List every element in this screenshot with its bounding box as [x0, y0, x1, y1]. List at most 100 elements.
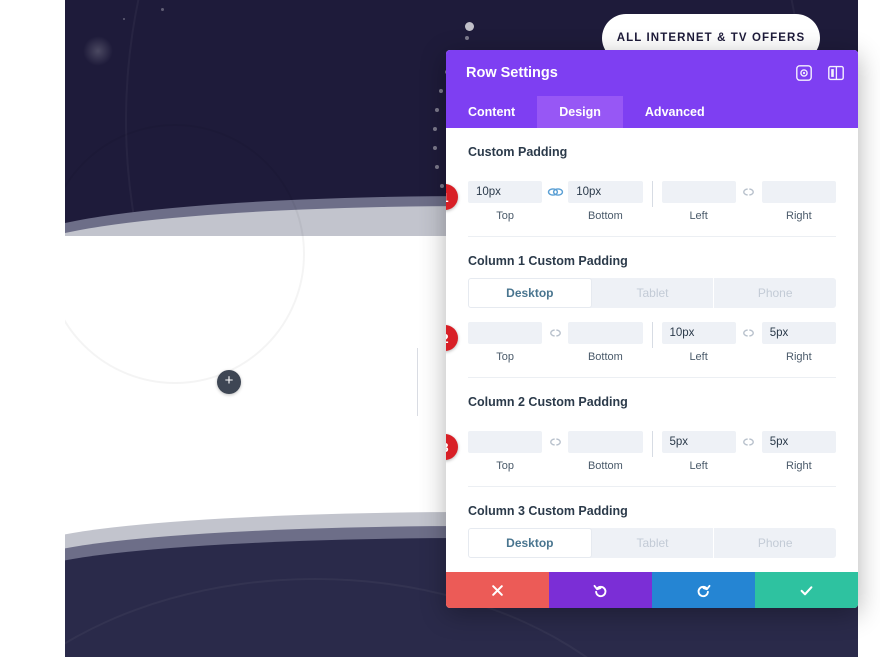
padding-right-input[interactable]: [761, 431, 836, 453]
padding-top-cell: Top: [468, 431, 543, 472]
section-title: Column 2 Custom Padding: [468, 395, 628, 409]
padding-group-horizontal: Left Right: [661, 431, 836, 472]
unlink-horizontal-icon[interactable]: [736, 431, 762, 453]
link-vertical-icon[interactable]: [542, 181, 568, 203]
section-title: Column 3 Custom Padding: [468, 504, 628, 518]
tab-advanced[interactable]: Advanced: [623, 96, 727, 128]
undo-icon: [593, 584, 607, 597]
padding-bottom-cell: Bottom: [568, 431, 643, 472]
device-phone[interactable]: Phone: [714, 528, 836, 558]
padding-group-vertical: Top Bottom: [468, 322, 643, 363]
padding-bottom-label: Bottom: [587, 210, 623, 222]
section-column-1-padding: Column 1 Custom Padding Desktop Tablet P…: [446, 237, 858, 363]
padding-controls: 4 Top: [468, 560, 836, 572]
redo-button[interactable]: [652, 572, 755, 608]
save-button[interactable]: [755, 572, 858, 608]
padding-divider: [651, 181, 653, 207]
padding-top-cell: Top: [468, 181, 543, 222]
section-column-2-padding: Column 2 Custom Padding 3 Top: [446, 378, 858, 472]
padding-right-cell: Right: [761, 322, 836, 363]
row-settings-modal: Row Settings Content Design Advanced Cus…: [446, 50, 858, 608]
padding-bottom-cell: Bottom: [568, 322, 643, 363]
padding-left-input[interactable]: [661, 431, 736, 453]
padding-right-input[interactable]: [761, 322, 836, 344]
padding-bottom-label: Bottom: [587, 460, 623, 472]
device-tablet[interactable]: Tablet: [592, 278, 715, 308]
padding-left-input[interactable]: [661, 322, 736, 344]
section-title: Custom Padding: [468, 145, 568, 159]
step-badge-2: 2: [446, 325, 458, 351]
add-module-button[interactable]: +: [217, 370, 241, 394]
cancel-button[interactable]: [446, 572, 549, 608]
unlink-horizontal-icon[interactable]: [736, 322, 762, 344]
padding-right-label: Right: [786, 210, 812, 222]
padding-right-cell: Right: [761, 431, 836, 472]
padding-bottom-cell: Bottom: [568, 181, 643, 222]
padding-left-label: Left: [689, 351, 708, 363]
padding-divider: [651, 431, 653, 457]
padding-top-input[interactable]: [468, 181, 543, 203]
decorative-speck: [161, 8, 164, 11]
padding-left-cell: Left: [661, 322, 736, 363]
step-badge-1: 1: [446, 184, 458, 210]
step-badge-3: 3: [446, 434, 458, 460]
section-title: Column 1 Custom Padding: [468, 254, 628, 268]
check-icon: [800, 585, 813, 595]
padding-left-label: Left: [689, 460, 708, 472]
decorative-speck: [123, 18, 125, 20]
padding-controls: 3 Top: [446, 419, 836, 472]
padding-group-vertical: Top Bottom: [468, 181, 643, 222]
device-phone[interactable]: Phone: [714, 278, 836, 308]
modal-header-actions: [796, 65, 844, 81]
padding-bottom-label: Bottom: [587, 351, 623, 363]
padding-top-label: Top: [496, 460, 514, 472]
padding-bottom-input[interactable]: [568, 431, 643, 453]
padding-group-horizontal: Left Right: [661, 322, 836, 363]
padding-top-cell: Top: [468, 322, 543, 363]
unlink-vertical-icon[interactable]: [542, 431, 568, 453]
tab-design[interactable]: Design: [537, 96, 623, 128]
decorative-glow: [83, 36, 113, 66]
screen: + ALL INTERNET & TV OFFERS Row Settings: [0, 0, 880, 657]
unlink-vertical-icon[interactable]: [542, 322, 568, 344]
focus-target-icon[interactable]: [796, 65, 812, 81]
device-desktop[interactable]: Desktop: [468, 278, 592, 308]
offers-badge-label: ALL INTERNET & TV OFFERS: [616, 32, 806, 44]
column-divider: [417, 348, 418, 416]
close-icon: [492, 584, 503, 596]
padding-top-label: Top: [496, 351, 514, 363]
padding-group-vertical: Top Bottom: [468, 431, 643, 472]
padding-controls: 2 Top: [446, 310, 836, 363]
padding-right-cell: Right: [761, 181, 836, 222]
modal-header: Row Settings: [446, 50, 858, 96]
device-toggle-column-3: Desktop Tablet Phone: [468, 528, 836, 558]
device-toggle-column-1: Desktop Tablet Phone: [468, 278, 836, 308]
section-custom-padding: Custom Padding 1 Top: [446, 128, 858, 222]
padding-group-horizontal: Left Right: [661, 181, 836, 222]
device-tablet[interactable]: Tablet: [592, 528, 715, 558]
padding-right-input[interactable]: [761, 181, 836, 203]
layout-columns-icon[interactable]: [828, 65, 844, 81]
padding-left-cell: Left: [661, 431, 736, 472]
padding-right-label: Right: [786, 460, 812, 472]
redo-icon: [697, 584, 711, 597]
modal-body: Custom Padding 1 Top: [446, 128, 858, 572]
padding-right-label: Right: [786, 351, 812, 363]
modal-title: Row Settings: [466, 65, 558, 81]
modal-footer: [446, 572, 858, 608]
padding-top-label: Top: [496, 210, 514, 222]
padding-divider: [651, 322, 653, 348]
padding-bottom-input[interactable]: [568, 322, 643, 344]
device-desktop[interactable]: Desktop: [468, 528, 592, 558]
padding-top-input[interactable]: [468, 431, 543, 453]
padding-top-input[interactable]: [468, 322, 543, 344]
padding-left-input[interactable]: [661, 181, 736, 203]
padding-left-label: Left: [689, 210, 708, 222]
section-column-3-padding: Column 3 Custom Padding Desktop Tablet P…: [446, 487, 858, 572]
padding-controls: 1 Top: [446, 169, 836, 222]
padding-bottom-input[interactable]: [568, 181, 643, 203]
undo-button[interactable]: [549, 572, 652, 608]
unlink-horizontal-icon[interactable]: [736, 181, 762, 203]
modal-tabs: Content Design Advanced: [446, 96, 858, 128]
tab-content[interactable]: Content: [446, 96, 537, 128]
